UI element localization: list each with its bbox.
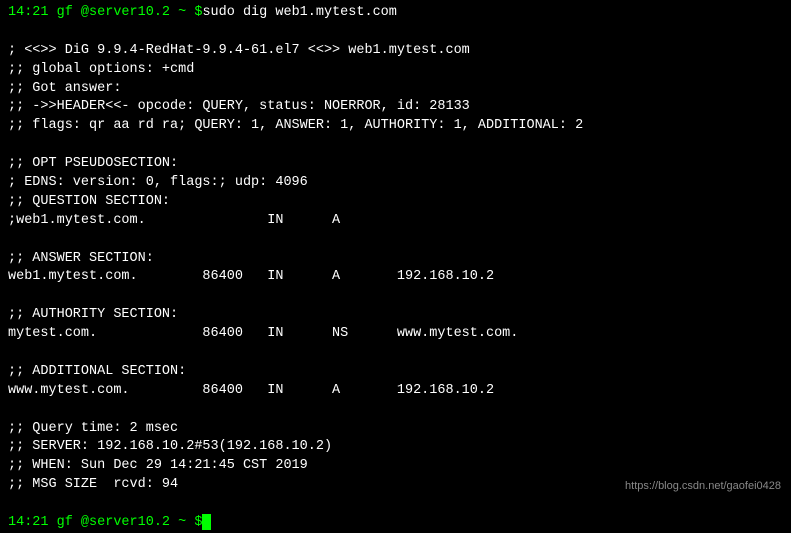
output-line: web1.mytest.com. 86400 IN A 192.168.10.2 (8, 268, 783, 287)
output-line: ;; OPT PSEUDOSECTION: (8, 155, 783, 174)
blank-line (8, 495, 783, 514)
output-line: www.mytest.com. 86400 IN A 192.168.10.2 (8, 382, 783, 401)
blank-line (8, 136, 783, 155)
output-line: ; EDNS: version: 0, flags:; udp: 4096 (8, 174, 783, 193)
prompt-line-2[interactable]: 14:21 gf @server10.2 ~ $ (8, 514, 783, 533)
output-line: ;; ANSWER SECTION: (8, 250, 783, 269)
prompt-user-host: gf @server10.2 ~ (49, 5, 195, 20)
prompt-time: 14:21 (8, 5, 49, 20)
output-line: mytest.com. 86400 IN NS www.mytest.com. (8, 325, 783, 344)
cursor-icon (202, 514, 211, 530)
prompt-time: 14:21 (8, 515, 49, 530)
blank-line (8, 23, 783, 42)
output-line: ;; AUTHORITY SECTION: (8, 306, 783, 325)
output-line: ;; global options: +cmd (8, 61, 783, 80)
blank-line (8, 401, 783, 420)
output-line: ;; flags: qr aa rd ra; QUERY: 1, ANSWER:… (8, 117, 783, 136)
output-line: ; <<>> DiG 9.9.4-RedHat-9.9.4-61.el7 <<>… (8, 42, 783, 61)
watermark-text: https://blog.csdn.net/gaofei0428 (625, 479, 781, 494)
output-line: ;; Got answer: (8, 80, 783, 99)
output-line: ;; ADDITIONAL SECTION: (8, 363, 783, 382)
output-line: ;; SERVER: 192.168.10.2#53(192.168.10.2) (8, 438, 783, 457)
output-line: ;; Query time: 2 msec (8, 420, 783, 439)
blank-line (8, 344, 783, 363)
output-line: ;; QUESTION SECTION: (8, 193, 783, 212)
blank-line (8, 287, 783, 306)
output-line: ;; ->>HEADER<<- opcode: QUERY, status: N… (8, 98, 783, 117)
prompt-line-1: 14:21 gf @server10.2 ~ $sudo dig web1.my… (8, 4, 783, 23)
prompt-dollar: $ (194, 515, 202, 530)
prompt-user-host: gf @server10.2 ~ (49, 515, 195, 530)
output-line: ;web1.mytest.com. IN A (8, 212, 783, 231)
output-line: ;; WHEN: Sun Dec 29 14:21:45 CST 2019 (8, 457, 783, 476)
command-text: sudo dig web1.mytest.com (202, 5, 396, 20)
blank-line (8, 231, 783, 250)
